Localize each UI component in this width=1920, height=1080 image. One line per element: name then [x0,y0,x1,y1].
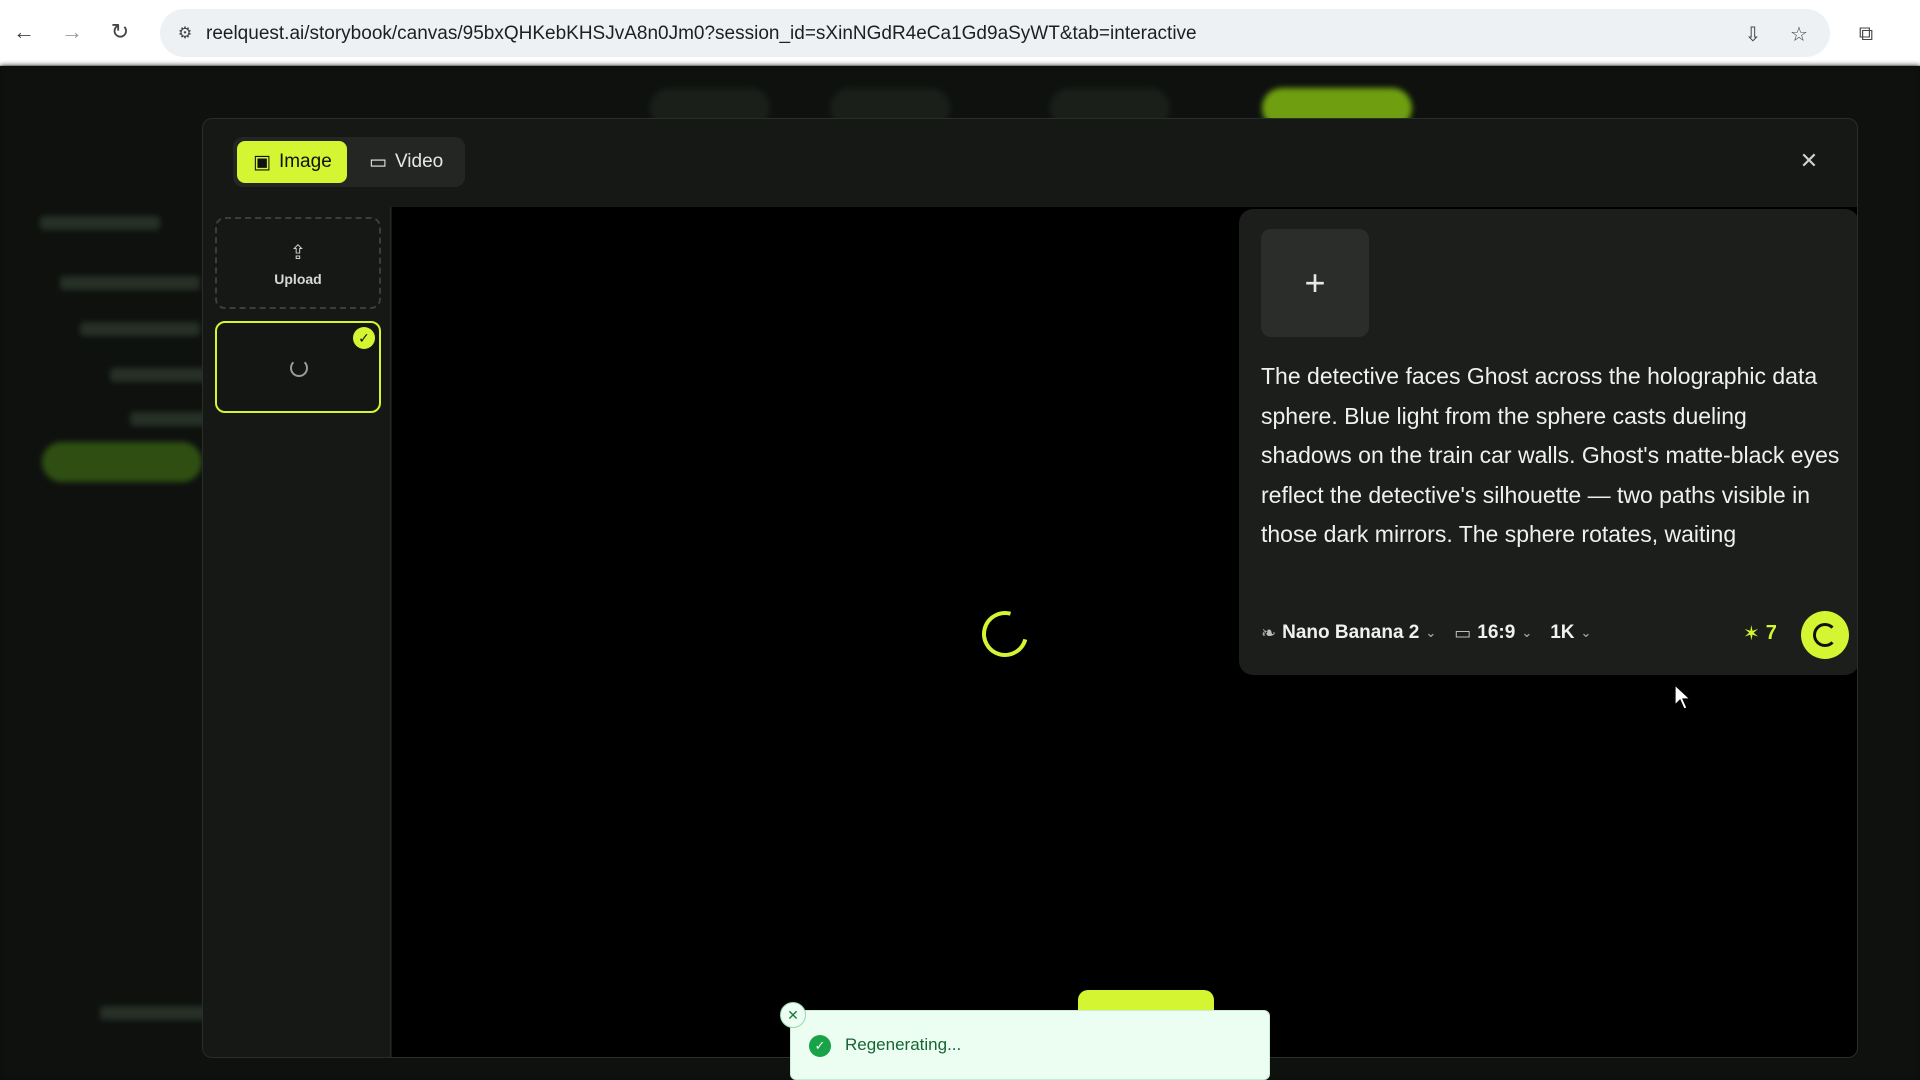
upload-label: Upload [274,270,322,287]
credits-value: 7 [1765,622,1777,644]
chevron-down-icon: ⌄ [1521,625,1533,640]
tab-image-label: Image [278,151,332,172]
generation-controls: ❧ Nano Banana 2 ⌄ ▭ 16:9 ⌄ 1K ⌄ ✶ 7 [1261,611,1849,659]
browser-toolbar: ← → ↻ ⚙ reelquest.ai/storybook/canvas/95… [0,0,1920,66]
extensions-icon[interactable]: ⧉ [1852,20,1880,48]
check-icon: ✓ [353,327,375,349]
chevron-down-icon: ⌄ [1580,625,1592,640]
thumbnail-column: ⇪ Upload ✓ [203,207,391,1057]
site-info-icon[interactable]: ⚙ [174,22,196,44]
prompt-panel: + The detective faces Ghost across the h… [1239,209,1857,675]
success-check-icon: ✓ [809,1035,831,1057]
mode-tabs: ▣ Image ▭ Video [233,137,465,187]
toast-close-icon[interactable]: ✕ [780,1002,806,1028]
generated-thumbnail[interactable]: ✓ [215,321,381,413]
model-label: Nano Banana 2 [1282,622,1420,643]
forward-arrow-icon[interactable]: → [56,16,88,48]
video-camera-icon: ▭ [369,151,387,173]
bg-sidebar-row [130,412,210,426]
address-bar[interactable]: ⚙ reelquest.ai/storybook/canvas/95bxQHKe… [160,9,1830,57]
bg-selected-row [42,442,202,482]
mouse-cursor-icon [1674,684,1692,710]
bookmark-star-icon[interactable]: ☆ [1786,21,1812,47]
back-arrow-icon[interactable]: ← [8,16,40,48]
sparkle-icon: ✶ [1743,623,1760,645]
tab-image[interactable]: ▣ Image [237,141,347,183]
loading-spinner-icon [973,602,1037,666]
tab-video-label: Video [394,151,444,172]
toast-message: Regenerating... [845,1035,962,1054]
install-app-icon[interactable]: ⇩ [1740,21,1766,47]
reload-icon[interactable]: ↻ [104,16,136,48]
prompt-textarea[interactable]: The detective faces Ghost across the hol… [1261,357,1841,555]
aspect-ratio-select[interactable]: ▭ 16:9 ⌄ [1454,622,1532,644]
upload-button[interactable]: ⇪ Upload [215,217,381,309]
credits-cost: ✶ 7 [1743,621,1777,646]
loading-spinner-icon [1813,623,1837,647]
resolution-label: 1K [1550,622,1575,643]
bg-sidebar-row [60,276,200,290]
aspect-ratio-label: 16:9 [1477,622,1516,643]
bg-sidebar-row [40,216,160,230]
bg-sidebar-row [110,368,210,382]
banana-icon: ❧ [1261,622,1277,643]
upload-icon: ⇪ [289,241,307,264]
media-generation-modal: ▣ Image ▭ Video ✕ ⇪ Upload ✓ + The detec… [202,118,1858,1058]
plus-icon: + [1304,262,1326,303]
image-icon: ▣ [253,151,271,173]
close-icon[interactable]: ✕ [1793,145,1825,177]
add-reference-button[interactable]: + [1261,229,1369,337]
chevron-down-icon: ⌄ [1425,625,1437,640]
regenerate-button[interactable] [1801,611,1849,659]
tab-video[interactable]: ▭ Video [353,141,461,183]
url-text[interactable]: reelquest.ai/storybook/canvas/95bxQHKebK… [206,23,1197,45]
loading-spinner-icon [290,359,308,377]
aspect-ratio-icon: ▭ [1454,622,1472,643]
resolution-select[interactable]: 1K ⌄ [1550,622,1591,644]
model-select[interactable]: ❧ Nano Banana 2 ⌄ [1261,622,1436,644]
bg-sidebar-row [80,322,200,336]
toast-notification: ✓ Regenerating... [790,1010,1270,1080]
